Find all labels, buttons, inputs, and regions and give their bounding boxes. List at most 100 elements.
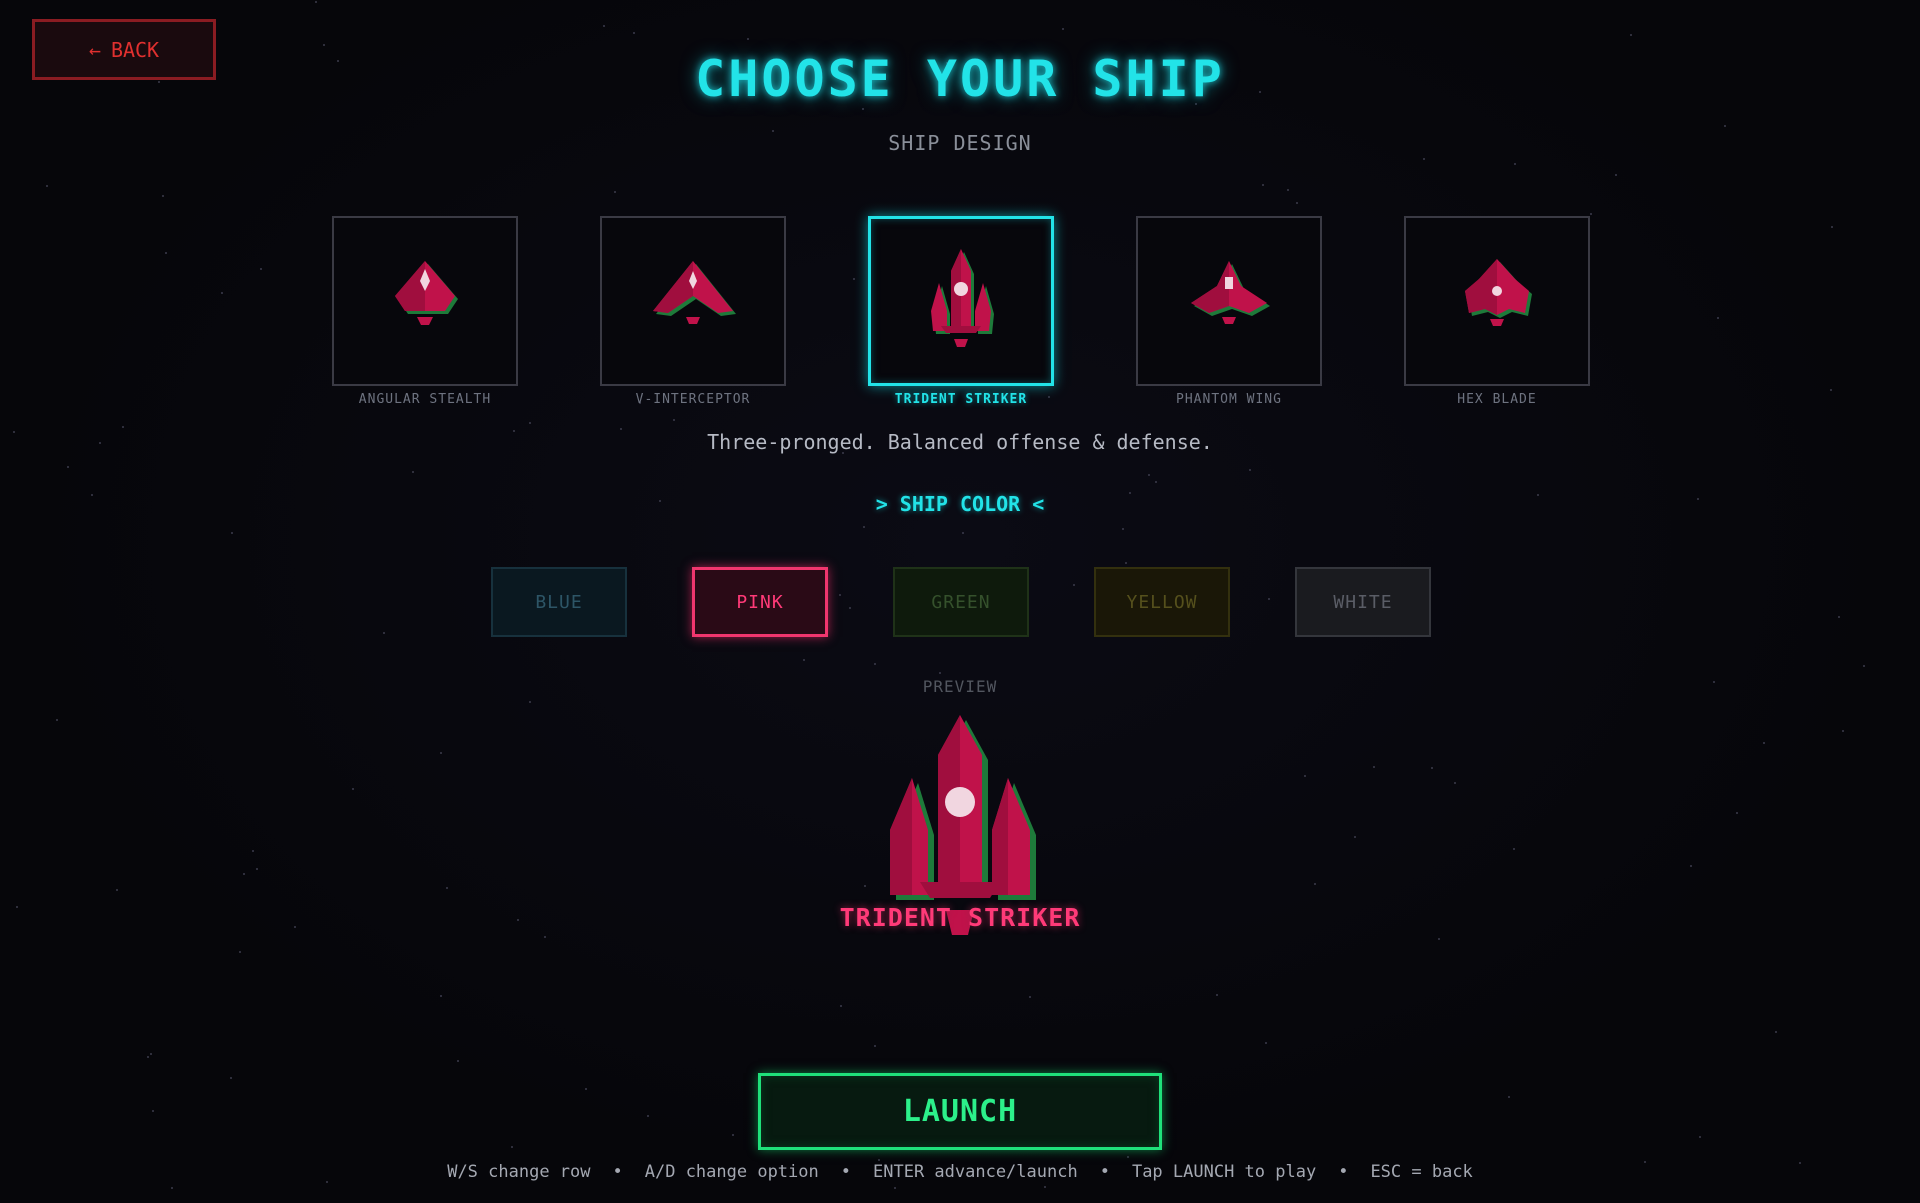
star bbox=[1438, 938, 1440, 940]
star bbox=[1763, 742, 1765, 744]
star bbox=[747, 38, 749, 40]
phantom-wing-ship-icon bbox=[1191, 261, 1270, 324]
design-option-angular-stealth[interactable]: ANGULAR STEALTH bbox=[332, 216, 518, 407]
star bbox=[1044, 1186, 1046, 1188]
trident-striker-ship-icon bbox=[931, 249, 994, 347]
star bbox=[1304, 775, 1306, 777]
star bbox=[863, 526, 865, 528]
star bbox=[1454, 782, 1456, 784]
star bbox=[46, 185, 48, 187]
star bbox=[1122, 528, 1124, 530]
star bbox=[1508, 1096, 1510, 1098]
star bbox=[1724, 125, 1726, 127]
star bbox=[1314, 883, 1316, 885]
star bbox=[230, 1077, 232, 1079]
star bbox=[511, 1146, 513, 1148]
color-option-green[interactable]: GREEN bbox=[893, 567, 1029, 637]
star bbox=[1262, 184, 1264, 186]
star bbox=[529, 701, 531, 703]
star bbox=[383, 632, 385, 634]
hint-text: ENTER advance/launch bbox=[873, 1162, 1078, 1182]
star bbox=[939, 672, 941, 674]
star bbox=[874, 663, 876, 665]
star bbox=[152, 1110, 154, 1112]
star bbox=[614, 191, 616, 193]
design-description: Three-pronged. Balanced offense & defens… bbox=[707, 430, 1213, 454]
color-option-white[interactable]: WHITE bbox=[1295, 567, 1431, 637]
star bbox=[446, 887, 448, 889]
star bbox=[1373, 766, 1375, 768]
design-tile bbox=[1404, 216, 1590, 386]
star bbox=[256, 868, 258, 870]
hint-text: A/D change option bbox=[644, 1162, 819, 1182]
star bbox=[803, 659, 805, 661]
star bbox=[1249, 469, 1251, 471]
star bbox=[221, 292, 223, 294]
design-option-trident-striker[interactable]: TRIDENT STRIKER bbox=[868, 216, 1054, 407]
star bbox=[231, 532, 233, 534]
design-name: TRIDENT STRIKER bbox=[894, 392, 1028, 407]
star bbox=[1842, 730, 1844, 732]
design-tile bbox=[1136, 216, 1322, 386]
design-name: HEX BLADE bbox=[1457, 392, 1537, 407]
hint-text: W/S change row bbox=[447, 1162, 591, 1182]
hint-text: Tap LAUNCH to play bbox=[1131, 1162, 1317, 1182]
star bbox=[1296, 202, 1298, 204]
star bbox=[150, 1053, 152, 1055]
star bbox=[1615, 174, 1617, 176]
star bbox=[1155, 481, 1157, 483]
star bbox=[1423, 158, 1425, 160]
star bbox=[1775, 1031, 1777, 1033]
star bbox=[544, 936, 546, 938]
star bbox=[647, 1115, 649, 1117]
v-interceptor-ship-icon bbox=[653, 261, 736, 324]
star bbox=[440, 995, 442, 997]
star bbox=[840, 1005, 842, 1007]
design-tile bbox=[332, 216, 518, 386]
star bbox=[1148, 474, 1150, 476]
color-option-blue[interactable]: BLUE bbox=[491, 567, 627, 637]
hex-blade-ship-icon bbox=[1465, 259, 1532, 326]
design-option-hex-blade[interactable]: HEX BLADE bbox=[1404, 216, 1590, 407]
star bbox=[1125, 562, 1127, 564]
color-option-yellow[interactable]: YELLOW bbox=[1094, 567, 1230, 637]
design-option-v-interceptor[interactable]: V-INTERCEPTOR bbox=[600, 216, 786, 407]
separator-dot: • bbox=[612, 1162, 623, 1182]
star bbox=[603, 25, 605, 27]
design-option-phantom-wing[interactable]: PHANTOM WING bbox=[1136, 216, 1322, 407]
star bbox=[260, 268, 262, 270]
star bbox=[56, 719, 58, 721]
preview-ship-name: TRIDENT STRIKER bbox=[839, 903, 1081, 932]
separator-dot: • bbox=[1099, 1162, 1110, 1182]
hint-text: ESC = back bbox=[1370, 1162, 1473, 1182]
color-option-pink[interactable]: PINK bbox=[692, 567, 828, 637]
ship-color-heading: > SHIP COLOR < bbox=[875, 492, 1045, 516]
star bbox=[529, 422, 531, 424]
star bbox=[162, 195, 164, 197]
star bbox=[894, 1187, 896, 1189]
star bbox=[1431, 767, 1433, 769]
star bbox=[165, 252, 167, 254]
star bbox=[1630, 34, 1632, 36]
star bbox=[1690, 865, 1692, 867]
star bbox=[1287, 189, 1289, 191]
star bbox=[1863, 665, 1865, 667]
launch-button[interactable]: LAUNCH bbox=[758, 1073, 1162, 1150]
star bbox=[1830, 389, 1832, 391]
star bbox=[1127, 1156, 1129, 1158]
star bbox=[243, 873, 245, 875]
separator-dot: • bbox=[1338, 1162, 1349, 1182]
star bbox=[962, 532, 964, 534]
star bbox=[1699, 1136, 1701, 1138]
star bbox=[147, 1056, 149, 1058]
ship-select-screen: ← BACK CHOOSE YOUR SHIP SHIP DESIGN ANGU… bbox=[0, 0, 1920, 1203]
star bbox=[1736, 812, 1738, 814]
star bbox=[1062, 28, 1064, 30]
design-tile bbox=[600, 216, 786, 386]
design-name: ANGULAR STEALTH bbox=[358, 392, 492, 407]
star bbox=[1029, 996, 1031, 998]
star bbox=[862, 108, 864, 110]
star bbox=[1831, 226, 1833, 228]
star bbox=[1590, 213, 1592, 215]
star bbox=[673, 419, 675, 421]
